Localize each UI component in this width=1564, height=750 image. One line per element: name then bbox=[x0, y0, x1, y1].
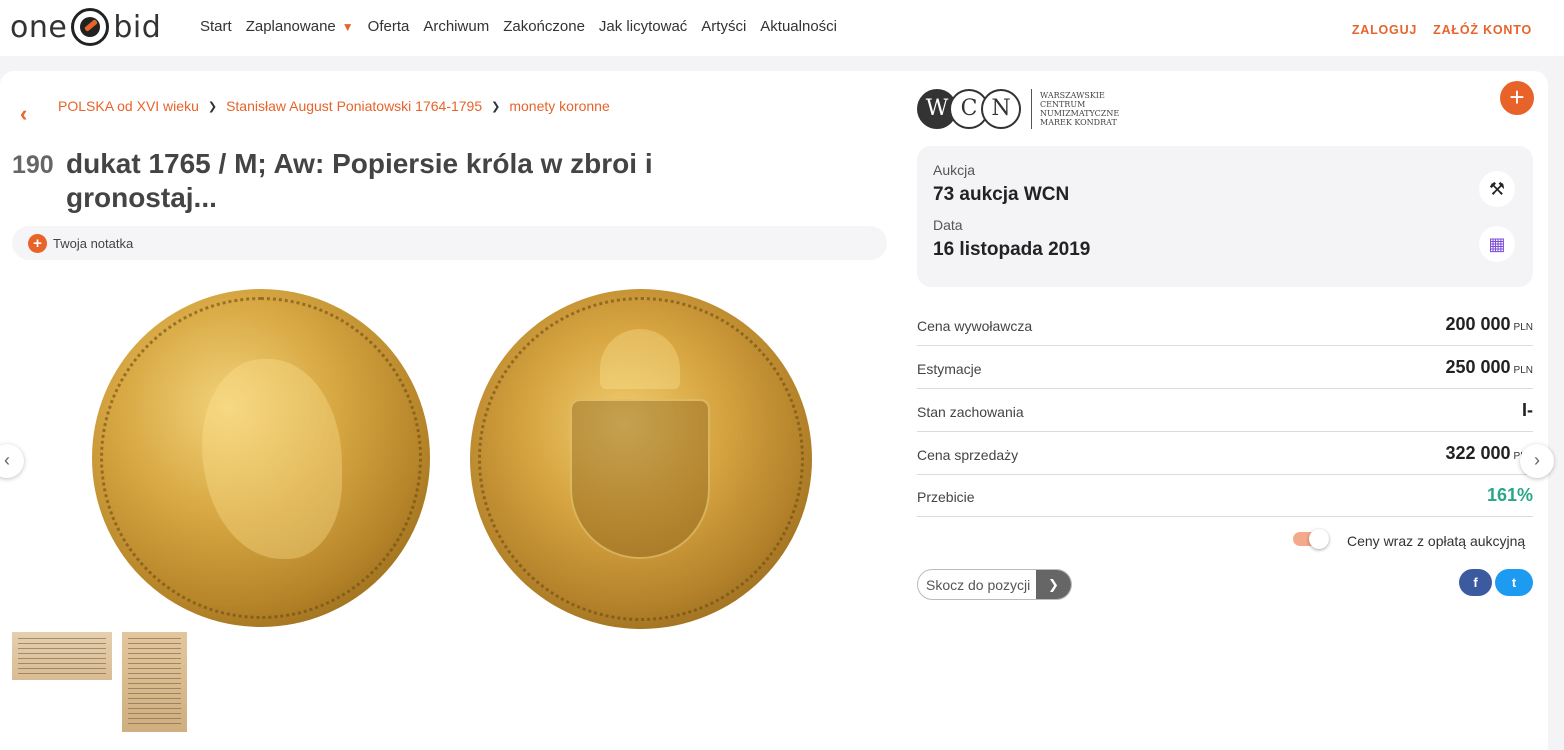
auction-house-logo[interactable]: W C N WARSZAWSKIE CENTRUM NUMIZMATYCZNE … bbox=[917, 89, 1119, 129]
note-bar[interactable]: + Twoja notatka bbox=[12, 226, 887, 260]
coin-obverse-image[interactable] bbox=[92, 289, 430, 627]
calendar-icon[interactable]: ▦ bbox=[1479, 226, 1515, 262]
detail-row-overbid: Przebicie 161% bbox=[917, 474, 1533, 517]
breadcrumb-item[interactable]: Stanisław August Poniatowski 1764-1795 bbox=[226, 98, 482, 114]
gavel-logo-icon bbox=[71, 8, 110, 46]
breadcrumb: POLSKA od XVI wieku ❯ Stanisław August P… bbox=[58, 98, 610, 114]
nav-item-archiwum[interactable]: Archiwum bbox=[423, 18, 489, 35]
detail-row-sale-price: Cena sprzedaży 322 000PLN bbox=[917, 432, 1533, 475]
auction-house-name: WARSZAWSKIE CENTRUM NUMIZMATYCZNE MAREK … bbox=[1040, 91, 1120, 127]
fee-toggle[interactable] bbox=[1293, 529, 1329, 549]
detail-row-estimate: Estymacje 250 000 PLN bbox=[917, 346, 1533, 389]
onebid-logo[interactable]: one bid bbox=[10, 6, 161, 48]
nav-item-start[interactable]: Start bbox=[200, 18, 232, 35]
fee-toggle-label: Ceny wraz z opłatą aukcyjną bbox=[1347, 533, 1526, 549]
nav-item-jak-licytowac[interactable]: Jak licytować bbox=[599, 18, 687, 35]
nav-item-aktualnosci[interactable]: Aktualności bbox=[760, 18, 837, 35]
nav-item-oferta[interactable]: Oferta bbox=[368, 18, 410, 35]
logo-text-left: one bbox=[10, 9, 68, 45]
top-navbar: one bid Start Zaplanowane ▼ Oferta Archiw… bbox=[0, 0, 1564, 56]
chevron-down-icon: ▼ bbox=[341, 19, 354, 34]
jump-to-lot: ❯ bbox=[917, 569, 1072, 600]
auction-label: Aukcja bbox=[933, 162, 976, 178]
back-arrow-icon[interactable]: ‹ bbox=[20, 101, 27, 127]
auction-info-box: Aukcja 73 aukcja WCN ⚒ Data 16 listopada… bbox=[917, 146, 1533, 287]
login-link[interactable]: ZALOGUJ bbox=[1352, 23, 1417, 37]
register-link[interactable]: ZAŁÓŻ KONTO bbox=[1433, 23, 1532, 37]
lot-title: dukat 1765 / M; Aw: Popiersie króla w zb… bbox=[66, 148, 653, 213]
breadcrumb-item[interactable]: POLSKA od XVI wieku bbox=[58, 98, 199, 114]
note-label: Twoja notatka bbox=[53, 235, 134, 251]
twitter-share-button[interactable]: t bbox=[1495, 569, 1533, 596]
gallery-next-button[interactable]: › bbox=[1520, 444, 1554, 478]
thumbnail-catalog-page[interactable] bbox=[12, 632, 112, 680]
thumbnail-catalog-cover[interactable] bbox=[122, 632, 187, 732]
gavel-icon[interactable]: ⚒ bbox=[1479, 171, 1515, 207]
date-value: 16 listopada 2019 bbox=[933, 239, 1091, 260]
add-icon[interactable]: + bbox=[1500, 81, 1534, 115]
breadcrumb-item[interactable]: monety koronne bbox=[509, 98, 609, 114]
detail-row-starting-price: Cena wywoławcza 200 000 PLN bbox=[917, 303, 1533, 346]
nav-item-artysci[interactable]: Artyści bbox=[701, 18, 746, 35]
lot-number: 190 bbox=[12, 151, 54, 179]
detail-row-condition: Stan zachowania I- bbox=[917, 389, 1533, 432]
jump-input[interactable] bbox=[918, 570, 1038, 599]
gallery-prev-button[interactable]: ‹ bbox=[0, 444, 24, 478]
chevron-right-icon: ❯ bbox=[207, 100, 218, 113]
plus-icon: + bbox=[28, 233, 47, 253]
logo-text-right: bid bbox=[113, 9, 162, 45]
nav-item-zakonczone[interactable]: Zakończone bbox=[503, 18, 585, 35]
facebook-share-button[interactable]: f bbox=[1459, 569, 1492, 596]
coin-reverse-image[interactable] bbox=[470, 289, 812, 629]
auction-value[interactable]: 73 aukcja WCN bbox=[933, 184, 1069, 206]
chevron-right-icon: ❯ bbox=[491, 100, 501, 113]
nav-item-zaplanowane[interactable]: Zaplanowane ▼ bbox=[246, 18, 354, 35]
wcn-letter: N bbox=[981, 89, 1021, 129]
date-label: Data bbox=[933, 217, 963, 233]
auth-links: ZALOGUJ ZAŁÓŻ KONTO bbox=[1352, 23, 1532, 37]
main-nav: Start Zaplanowane ▼ Oferta Archiwum Zakoń… bbox=[200, 18, 851, 35]
chevron-right-icon[interactable]: ❯ bbox=[1036, 570, 1071, 599]
lot-card: ‹ POLSKA od XVI wieku ❯ Stanisław August… bbox=[0, 71, 1554, 750]
